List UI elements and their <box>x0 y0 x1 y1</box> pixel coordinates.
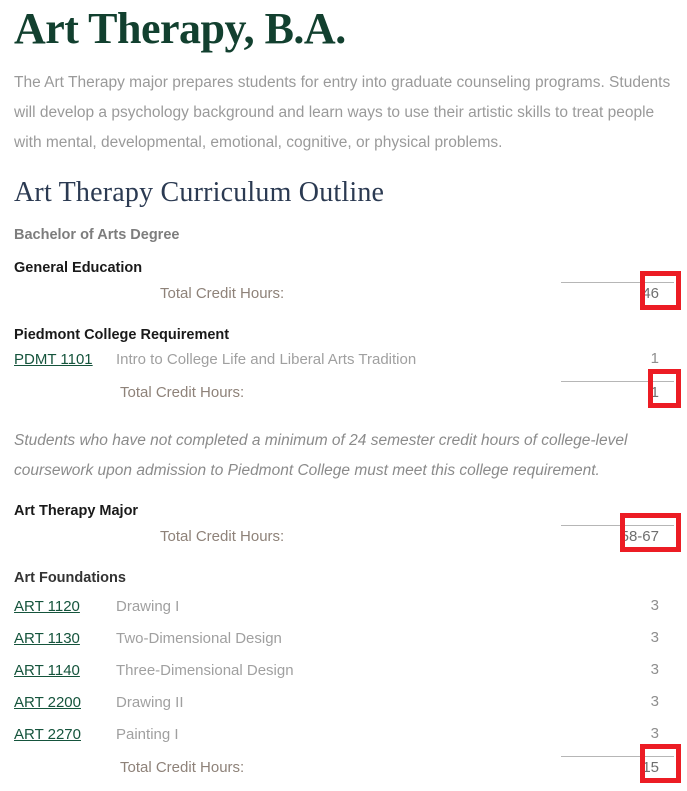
course-credits: 3 <box>650 725 659 742</box>
course-credits: 3 <box>650 629 659 646</box>
course-title: Drawing II <box>116 693 184 711</box>
piedmont-requirement-note: Students who have not completed a minimu… <box>14 432 628 479</box>
course-credits: 3 <box>650 693 659 710</box>
total-credit-hours-label: Total Credit Hours: <box>120 383 245 401</box>
course-title: Three-Dimensional Design <box>116 661 294 679</box>
highlight-box-art-therapy-major <box>620 513 681 552</box>
course-code-link[interactable]: ART 1130 <box>14 630 80 647</box>
total-credit-hours-label: Total Credit Hours: <box>160 284 285 302</box>
course-code-link[interactable]: ART 2200 <box>14 694 81 711</box>
course-row: PDMT 1101 Intro to College Life and Libe… <box>8 343 679 375</box>
section-heading-art-foundations: Art Foundations <box>14 570 126 586</box>
total-credit-hours-label: Total Credit Hours: <box>160 527 285 545</box>
highlight-box-piedmont <box>648 369 681 408</box>
course-title: Painting I <box>116 725 179 743</box>
course-row: ART 1140 Three-Dimensional Design 3 <box>8 654 679 686</box>
course-row: ART 2270 Painting I 3 <box>8 718 679 750</box>
total-credit-hours-row-piedmont: Total Credit Hours: 1 <box>8 369 681 409</box>
course-code-link[interactable]: ART 1120 <box>14 598 80 615</box>
total-credit-hours-row-general-education: Total Credit Hours: 46 <box>8 271 681 310</box>
total-credit-hours-label: Total Credit Hours: <box>120 758 245 776</box>
course-title: Two-Dimensional Design <box>116 629 282 647</box>
document-page: Art Therapy, B.A. The Art Therapy major … <box>0 0 687 791</box>
course-code-link[interactable]: ART 2270 <box>14 726 81 743</box>
section-heading-general-education: General Education <box>14 260 143 276</box>
section-heading-piedmont-college-requirement: Piedmont College Requirement <box>14 327 230 343</box>
course-code[interactable]: ART 1120 <box>8 598 116 615</box>
course-code[interactable]: ART 2270 <box>8 726 116 743</box>
course-code[interactable]: ART 2200 <box>8 694 116 711</box>
degree-label: Bachelor of Arts Degree <box>14 227 180 243</box>
total-credit-hours-row-art-foundations: Total Credit Hours: 15 <box>8 744 681 784</box>
highlight-box-general-education <box>640 271 681 310</box>
course-title: Drawing I <box>116 597 180 615</box>
course-row: ART 2200 Drawing II 3 <box>8 686 679 718</box>
course-credits: 3 <box>650 597 659 614</box>
course-code[interactable]: ART 1130 <box>8 630 116 647</box>
course-row: ART 1130 Two-Dimensional Design 3 <box>8 622 679 654</box>
page-title: Art Therapy, B.A. <box>14 4 346 53</box>
section-heading-art-therapy-major: Art Therapy Major <box>14 503 139 519</box>
program-description: The Art Therapy major prepares students … <box>14 74 671 151</box>
course-row: ART 1120 Drawing I 3 <box>8 590 679 622</box>
course-code[interactable]: ART 1140 <box>8 662 116 679</box>
course-code[interactable]: PDMT 1101 <box>8 351 116 368</box>
course-credits: 3 <box>650 661 659 678</box>
course-credits: 1 <box>650 350 659 367</box>
course-code-link[interactable]: ART 1140 <box>14 662 80 679</box>
course-code-link[interactable]: PDMT 1101 <box>14 351 93 368</box>
highlight-box-art-foundations <box>640 744 681 783</box>
course-title: Intro to College Life and Liberal Arts T… <box>116 350 417 368</box>
curriculum-outline-heading: Art Therapy Curriculum Outline <box>14 177 385 208</box>
total-credit-hours-row-art-therapy-major: Total Credit Hours: 58-67 <box>8 513 681 553</box>
